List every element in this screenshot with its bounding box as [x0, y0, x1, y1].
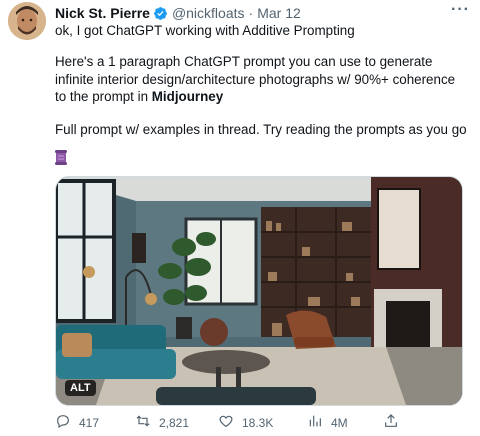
author-avatar[interactable] — [8, 2, 46, 40]
tweet-header: Nick St. Pierre @nickfloats · Mar 12 ··· — [55, 1, 470, 23]
separator-dot: · — [248, 5, 254, 21]
tweet-line-2-text: Here's a 1 paragraph ChatGPT prompt you … — [55, 54, 456, 104]
scroll-emoji-icon — [55, 150, 67, 165]
retweet-count: 2,821 — [159, 415, 190, 430]
share-icon — [383, 413, 399, 432]
share-button[interactable] — [383, 413, 399, 432]
views-button[interactable]: 4M — [307, 413, 348, 432]
verified-badge-icon — [153, 6, 168, 21]
tweet-media-image[interactable]: ALT — [55, 176, 463, 406]
retweet-button[interactable]: 2,821 — [135, 413, 189, 432]
interior-photo — [56, 177, 462, 405]
like-button[interactable]: 18.3K — [218, 413, 273, 432]
more-icon[interactable]: ··· — [451, 1, 470, 19]
author-handle[interactable]: @nickfloats — [172, 5, 245, 21]
tweet-line-2: Here's a 1 paragraph ChatGPT prompt you … — [55, 53, 465, 106]
reply-button[interactable]: 417 — [55, 413, 99, 432]
reply-count: 417 — [79, 415, 100, 430]
like-count: 18.3K — [242, 415, 274, 430]
tweet-line-3: Full prompt w/ examples in thread. Try r… — [55, 122, 467, 137]
midjourney-bold-text: Midjourney — [151, 89, 224, 104]
like-icon — [218, 413, 234, 432]
tweet-date[interactable]: Mar 12 — [257, 5, 301, 21]
tweet-line-1: ok, I got ChatGPT working with Additive … — [55, 23, 355, 38]
tweet-actions: 417 2,821 18.3K 4M — [55, 413, 460, 433]
views-icon — [307, 413, 323, 432]
retweet-icon — [135, 413, 151, 432]
reply-icon — [55, 413, 71, 432]
alt-text-badge[interactable]: ALT — [65, 380, 96, 396]
author-name[interactable]: Nick St. Pierre — [55, 5, 150, 21]
views-count: 4M — [331, 415, 348, 430]
